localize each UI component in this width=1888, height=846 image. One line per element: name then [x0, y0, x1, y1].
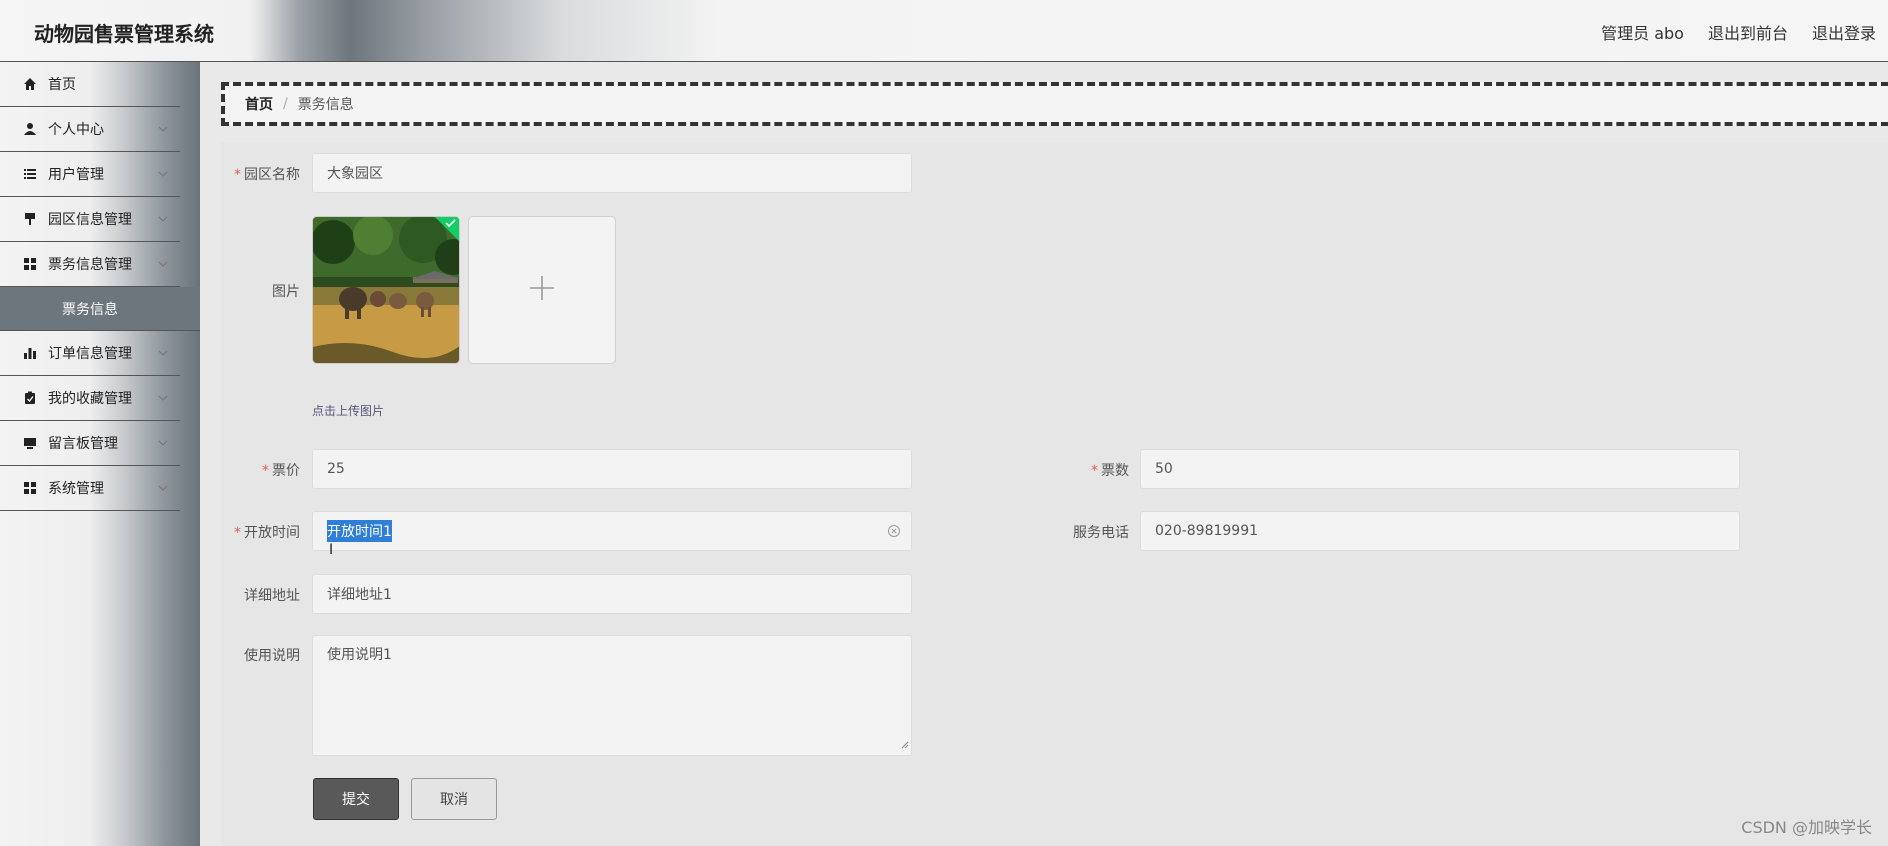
sidebar-item-label: 园区信息管理 — [48, 212, 132, 228]
sidebar-item-tickets[interactable]: 票务信息管理 — [0, 242, 180, 287]
sidebar-item-label: 我的收藏管理 — [48, 391, 132, 407]
bar-chart-icon — [22, 345, 38, 361]
watermark: CSDN @加映学长 — [1741, 818, 1872, 837]
sidebar-item-label: 用户管理 — [48, 167, 104, 183]
chevron-down-icon — [158, 481, 168, 497]
price-input[interactable]: 25 — [312, 449, 912, 489]
sidebar-item-personal[interactable]: 个人中心 — [0, 107, 180, 152]
image-label: 图片 — [272, 284, 300, 300]
admin-user-label[interactable]: 管理员 abo — [1601, 20, 1684, 44]
sidebar: 首页 个人中心 用户管理 园区信息管理 票务信息管理 票务信息 订单信息管理 我… — [0, 62, 200, 846]
sidebar-item-favorites[interactable]: 我的收藏管理 — [0, 376, 180, 421]
chevron-down-icon — [158, 346, 168, 362]
chevron-down-icon — [158, 212, 168, 228]
monitor-icon — [22, 435, 38, 451]
ticket-count-input[interactable]: 50 — [1140, 449, 1740, 489]
logout-link[interactable]: 退出登录 — [1812, 20, 1876, 44]
chevron-down-icon — [158, 167, 168, 183]
phone-input[interactable]: 020-89819991 — [1140, 511, 1740, 551]
top-header: 动物园售票管理系统 管理员 abo 退出到前台 退出登录 — [0, 0, 1888, 62]
header-actions: 管理员 abo 退出到前台 退出登录 — [1601, 20, 1876, 44]
exit-to-front-link[interactable]: 退出到前台 — [1708, 20, 1788, 44]
chevron-down-icon — [158, 391, 168, 407]
park-name-label: * 园区名称 — [234, 167, 300, 183]
list-icon — [22, 166, 38, 182]
uploaded-image-thumbnail[interactable] — [312, 216, 460, 364]
sidebar-item-system[interactable]: 系统管理 — [0, 466, 180, 511]
usage-label: 使用说明 — [244, 648, 300, 664]
usage-textarea[interactable]: 使用说明1 — [312, 635, 912, 756]
cancel-button[interactable]: 取消 — [411, 778, 497, 820]
sidebar-item-label: 票务信息管理 — [48, 257, 132, 273]
check-icon — [435, 217, 459, 245]
breadcrumb-home[interactable]: 首页 — [245, 94, 273, 114]
sidebar-item-messages[interactable]: 留言板管理 — [0, 421, 180, 466]
app-title: 动物园售票管理系统 — [34, 22, 214, 46]
park-name-input[interactable]: 大象园区 — [312, 153, 912, 193]
grid-icon — [22, 480, 38, 496]
sidebar-subitem-ticket-info[interactable]: 票务信息 — [0, 287, 200, 331]
sidebar-item-label: 留言板管理 — [48, 436, 118, 452]
image-upload-button[interactable] — [468, 216, 616, 364]
home-icon — [22, 76, 38, 92]
clear-icon[interactable] — [887, 524, 901, 542]
breadcrumb-separator: / — [283, 96, 288, 112]
sidebar-item-label: 订单信息管理 — [48, 346, 132, 362]
breadcrumb-current: 票务信息 — [297, 97, 354, 113]
breadcrumb: 首页 / 票务信息 — [221, 82, 1888, 126]
plus-icon — [528, 274, 556, 306]
upload-hint: 点击上传图片 — [312, 404, 385, 418]
selected-text: 开放时间1 — [327, 520, 392, 542]
sidebar-item-users[interactable]: 用户管理 — [0, 152, 180, 197]
address-input[interactable]: 详细地址1 — [312, 574, 912, 614]
sidebar-item-label: 首页 — [48, 77, 76, 93]
pin-icon — [22, 211, 38, 227]
address-label: 详细地址 — [244, 588, 300, 604]
ticket-count-label: * 票数 — [1091, 463, 1129, 479]
chevron-down-icon — [158, 436, 168, 452]
sidebar-item-label: 个人中心 — [48, 122, 104, 138]
clipboard-icon — [22, 390, 38, 406]
phone-label: 服务电话 — [1073, 525, 1129, 541]
price-label: * 票价 — [262, 463, 300, 479]
open-time-input[interactable]: 开放时间1 — [312, 511, 912, 551]
grid-icon — [22, 256, 38, 272]
sidebar-item-home[interactable]: 首页 — [0, 62, 180, 107]
submit-button[interactable]: 提交 — [313, 778, 399, 820]
sidebar-item-park[interactable]: 园区信息管理 — [0, 197, 180, 242]
open-time-label: * 开放时间 — [234, 525, 300, 541]
sidebar-item-orders[interactable]: 订单信息管理 — [0, 331, 180, 376]
text-cursor-icon: I — [329, 542, 334, 558]
sidebar-item-label: 系统管理 — [48, 481, 104, 497]
chevron-down-icon — [158, 257, 168, 273]
user-icon — [22, 121, 38, 137]
chevron-down-icon — [158, 122, 168, 138]
resize-handle-icon[interactable] — [901, 737, 909, 753]
